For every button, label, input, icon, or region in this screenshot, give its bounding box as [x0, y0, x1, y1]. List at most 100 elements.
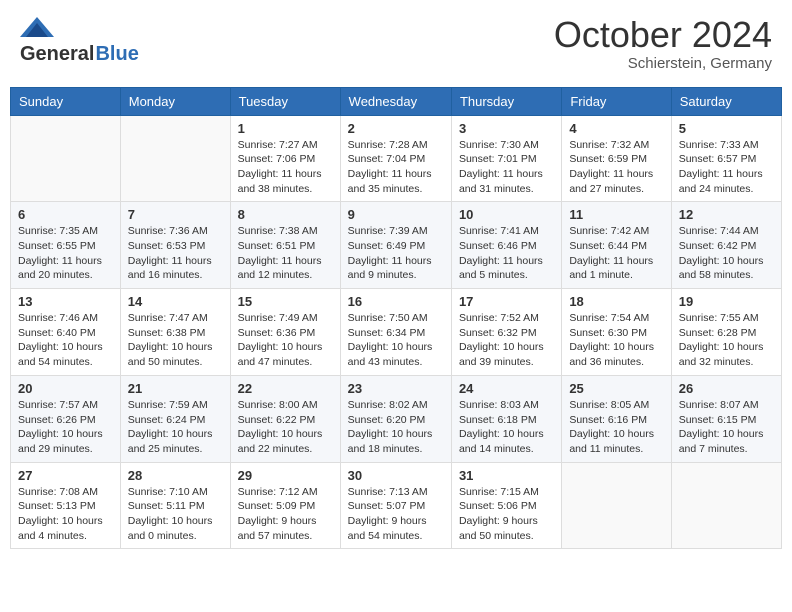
day-info: Sunrise: 7:38 AM Sunset: 6:51 PM Dayligh… — [238, 224, 333, 283]
table-row: 27Sunrise: 7:08 AM Sunset: 5:13 PM Dayli… — [11, 462, 121, 549]
table-row: 15 Sunrise: 7:49 AM Sunset: 6:36 PM Dayli… — [230, 289, 340, 376]
day-info: Sunrise: 7:27 AM Sunset: 7:06 PM Dayligh… — [238, 138, 333, 197]
day-number: 25 — [569, 381, 663, 396]
day-number: 23 — [348, 381, 444, 396]
day-info: Sunrise: 7:32 AM Sunset: 6:59 PM Dayligh… — [569, 138, 663, 197]
table-row: 3Sunrise: 7:30 AM Sunset: 7:01 PM Daylig… — [451, 115, 561, 202]
day-info: Sunrise: 7:50 AM Sunset: 6:34 PM Dayligh… — [348, 311, 444, 370]
day-number: 16 — [348, 294, 444, 309]
col-saturday: Saturday — [671, 87, 781, 115]
table-row: 19Sunrise: 7:55 AM Sunset: 6:28 PM Dayli… — [671, 289, 781, 376]
page-header: General Blue October 2024 Schierstein, G… — [10, 10, 782, 77]
calendar-week-row: 20Sunrise: 7:57 AM Sunset: 6:26 PM Dayli… — [11, 375, 782, 462]
col-friday: Friday — [562, 87, 671, 115]
day-info: Sunrise: 7:10 AM Sunset: 5:11 PM Dayligh… — [128, 485, 223, 544]
calendar-week-row: 6 Sunrise: 7:35 AM Sunset: 6:55 PM Daylig… — [11, 202, 782, 289]
table-row: 4 Sunrise: 7:32 AM Sunset: 6:59 PM Daylig… — [562, 115, 671, 202]
day-info: Sunrise: 7:39 AM Sunset: 6:49 PM Dayligh… — [348, 224, 444, 283]
day-info: Sunrise: 8:05 AM Sunset: 6:16 PM Dayligh… — [569, 398, 663, 457]
day-number: 9 — [348, 207, 444, 222]
day-info: Sunrise: 7:30 AM Sunset: 7:01 PM Dayligh… — [459, 138, 554, 197]
day-number: 5 — [679, 121, 774, 136]
day-number: 27 — [18, 468, 113, 483]
day-info: Sunrise: 8:00 AM Sunset: 6:22 PM Dayligh… — [238, 398, 333, 457]
col-tuesday: Tuesday — [230, 87, 340, 115]
table-row: 21Sunrise: 7:59 AM Sunset: 6:24 PM Dayli… — [120, 375, 230, 462]
table-row: 12Sunrise: 7:44 AM Sunset: 6:42 PM Dayli… — [671, 202, 781, 289]
table-row: 9 Sunrise: 7:39 AM Sunset: 6:49 PM Daylig… — [340, 202, 451, 289]
day-number: 31 — [459, 468, 554, 483]
day-number: 11 — [569, 207, 663, 222]
day-number: 24 — [459, 381, 554, 396]
day-info: Sunrise: 7:52 AM Sunset: 6:32 PM Dayligh… — [459, 311, 554, 370]
day-number: 14 — [128, 294, 223, 309]
day-number: 4 — [569, 121, 663, 136]
table-row: 25 Sunrise: 8:05 AM Sunset: 6:16 PM Dayli… — [562, 375, 671, 462]
day-number: 7 — [128, 207, 223, 222]
table-row: 17 Sunrise: 7:52 AM Sunset: 6:32 PM Dayli… — [451, 289, 561, 376]
logo: General Blue — [20, 15, 139, 66]
day-info: Sunrise: 8:07 AM Sunset: 6:15 PM Dayligh… — [679, 398, 774, 457]
day-info: Sunrise: 7:46 AM Sunset: 6:40 PM Dayligh… — [18, 311, 113, 370]
day-number: 15 — [238, 294, 333, 309]
col-monday: Monday — [120, 87, 230, 115]
table-row: 2 Sunrise: 7:28 AM Sunset: 7:04 PM Daylig… — [340, 115, 451, 202]
day-number: 8 — [238, 207, 333, 222]
day-info: Sunrise: 7:36 AM Sunset: 6:53 PM Dayligh… — [128, 224, 223, 283]
day-info: Sunrise: 8:03 AM Sunset: 6:18 PM Dayligh… — [459, 398, 554, 457]
col-sunday: Sunday — [11, 87, 121, 115]
day-number: 2 — [348, 121, 444, 136]
col-wednesday: Wednesday — [340, 87, 451, 115]
table-row: 7 Sunrise: 7:36 AM Sunset: 6:53 PM Daylig… — [120, 202, 230, 289]
table-row: 13 Sunrise: 7:46 AM Sunset: 6:40 PM Dayli… — [11, 289, 121, 376]
table-row: 22 Sunrise: 8:00 AM Sunset: 6:22 PM Dayli… — [230, 375, 340, 462]
table-row: 31 Sunrise: 7:15 AM Sunset: 5:06 PM Dayli… — [451, 462, 561, 549]
table-row: 18 Sunrise: 7:54 AM Sunset: 6:30 PM Dayli… — [562, 289, 671, 376]
day-info: Sunrise: 7:13 AM Sunset: 5:07 PM Dayligh… — [348, 485, 444, 544]
table-row: 20Sunrise: 7:57 AM Sunset: 6:26 PM Dayli… — [11, 375, 121, 462]
day-number: 20 — [18, 381, 113, 396]
day-number: 6 — [18, 207, 113, 222]
logo-general: General — [20, 43, 94, 66]
day-info: Sunrise: 7:54 AM Sunset: 6:30 PM Dayligh… — [569, 311, 663, 370]
day-info: Sunrise: 7:15 AM Sunset: 5:06 PM Dayligh… — [459, 485, 554, 544]
day-info: Sunrise: 7:42 AM Sunset: 6:44 PM Dayligh… — [569, 224, 663, 283]
month-title: October 2024 — [554, 15, 772, 55]
table-row: 5Sunrise: 7:33 AM Sunset: 6:57 PM Daylig… — [671, 115, 781, 202]
day-number: 18 — [569, 294, 663, 309]
day-number: 26 — [679, 381, 774, 396]
day-number: 12 — [679, 207, 774, 222]
table-row: 16 Sunrise: 7:50 AM Sunset: 6:34 PM Dayli… — [340, 289, 451, 376]
calendar-header-row: Sunday Monday Tuesday Wednesday Thursday… — [11, 87, 782, 115]
title-block: October 2024 Schierstein, Germany — [554, 15, 772, 72]
table-row: 10 Sunrise: 7:41 AM Sunset: 6:46 PM Dayli… — [451, 202, 561, 289]
table-row: 26 Sunrise: 8:07 AM Sunset: 6:15 PM Dayli… — [671, 375, 781, 462]
day-info: Sunrise: 8:02 AM Sunset: 6:20 PM Dayligh… — [348, 398, 444, 457]
day-number: 13 — [18, 294, 113, 309]
day-number: 19 — [679, 294, 774, 309]
calendar-week-row: 13 Sunrise: 7:46 AM Sunset: 6:40 PM Dayli… — [11, 289, 782, 376]
table-row — [120, 115, 230, 202]
day-number: 29 — [238, 468, 333, 483]
table-row: 28 Sunrise: 7:10 AM Sunset: 5:11 PM Dayli… — [120, 462, 230, 549]
day-number: 17 — [459, 294, 554, 309]
day-info: Sunrise: 7:41 AM Sunset: 6:46 PM Dayligh… — [459, 224, 554, 283]
table-row: 23 Sunrise: 8:02 AM Sunset: 6:20 PM Dayli… — [340, 375, 451, 462]
calendar-table: Sunday Monday Tuesday Wednesday Thursday… — [10, 87, 782, 550]
calendar-week-row: 27Sunrise: 7:08 AM Sunset: 5:13 PM Dayli… — [11, 462, 782, 549]
table-row: 29 Sunrise: 7:12 AM Sunset: 5:09 PM Dayli… — [230, 462, 340, 549]
logo-blue: Blue — [95, 43, 138, 66]
day-number: 30 — [348, 468, 444, 483]
day-info: Sunrise: 7:12 AM Sunset: 5:09 PM Dayligh… — [238, 485, 333, 544]
day-number: 10 — [459, 207, 554, 222]
day-number: 22 — [238, 381, 333, 396]
day-info: Sunrise: 7:35 AM Sunset: 6:55 PM Dayligh… — [18, 224, 113, 283]
day-number: 1 — [238, 121, 333, 136]
day-info: Sunrise: 7:28 AM Sunset: 7:04 PM Dayligh… — [348, 138, 444, 197]
table-row — [671, 462, 781, 549]
table-row: 30 Sunrise: 7:13 AM Sunset: 5:07 PM Dayli… — [340, 462, 451, 549]
day-number: 28 — [128, 468, 223, 483]
table-row: 14Sunrise: 7:47 AM Sunset: 6:38 PM Dayli… — [120, 289, 230, 376]
day-info: Sunrise: 7:49 AM Sunset: 6:36 PM Dayligh… — [238, 311, 333, 370]
day-info: Sunrise: 7:59 AM Sunset: 6:24 PM Dayligh… — [128, 398, 223, 457]
